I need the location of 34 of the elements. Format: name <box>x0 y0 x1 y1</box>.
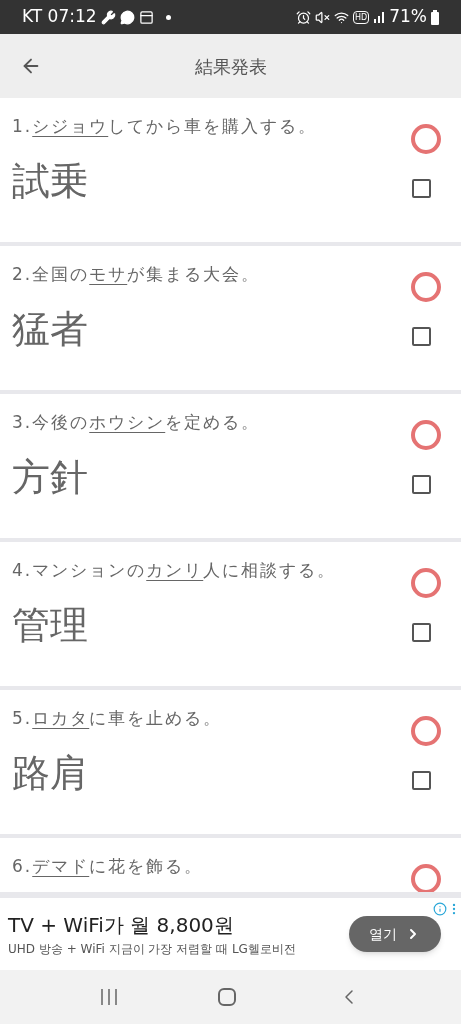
status-time: KT 07:12 <box>22 5 97 29</box>
signal-icon <box>373 11 386 23</box>
hd-badge: HD <box>353 10 370 24</box>
answer-text: 方針 <box>12 454 89 501</box>
open-button[interactable]: 열기 <box>349 916 441 952</box>
review-checkbox[interactable] <box>412 771 431 790</box>
wrench-icon <box>100 9 116 25</box>
window-icon <box>138 9 154 25</box>
question-text: 3.今後の ホウシン を定める。 <box>12 411 262 434</box>
answer-text: 路肩 <box>12 750 89 797</box>
review-checkbox[interactable] <box>412 475 431 494</box>
answer-text: 管理 <box>12 602 89 649</box>
wifi-icon <box>334 9 349 25</box>
home-icon[interactable] <box>218 988 237 1006</box>
question-text: 6.デマド に花を飾る。 <box>12 855 205 878</box>
question-text: 4.マンションの カンリ 人に相談する。 <box>12 559 338 582</box>
mute-icon <box>315 9 330 25</box>
ad-title: TV + WiFi가 월 8,800원 <box>8 912 235 939</box>
question-text: 2.全国の モサ が集まる大会。 <box>12 263 262 286</box>
answer-text: 猛者 <box>12 306 89 353</box>
answer-text: 試乗 <box>12 158 89 205</box>
question-text: 5.ロカタ に車を止める。 <box>12 707 224 730</box>
alarm-icon <box>296 9 311 25</box>
info-icon[interactable] <box>433 902 447 916</box>
question-text: 1.シジョウ してから車を購入する。 <box>12 115 319 138</box>
battery-icon <box>431 9 439 25</box>
review-checkbox[interactable] <box>412 327 431 346</box>
review-checkbox[interactable] <box>412 179 431 198</box>
ad-subtitle: UHD 방송 + WiFi 지금이 가장 저렴할 때 LG헬로비전 <box>8 941 297 958</box>
chat-icon <box>119 9 135 25</box>
battery-level: 71% <box>389 5 427 29</box>
review-checkbox[interactable] <box>412 623 431 642</box>
page-title: 結果発表 <box>194 54 267 79</box>
recent-apps-icon[interactable] <box>100 989 119 1005</box>
